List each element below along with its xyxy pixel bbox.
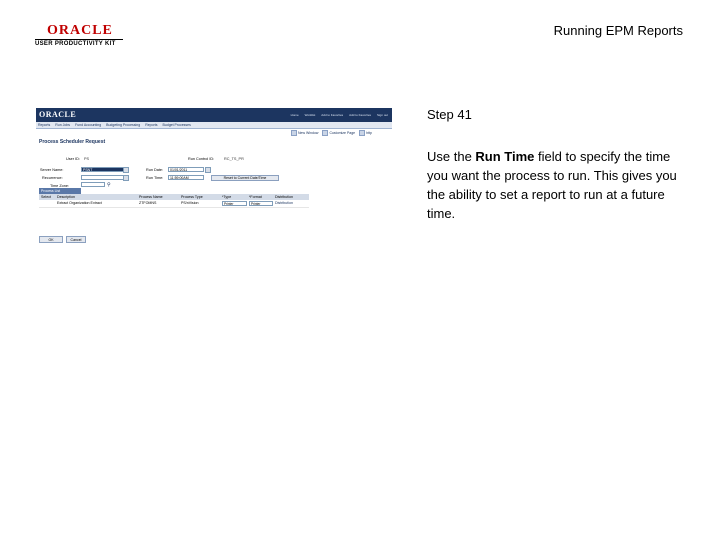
row-process-type: PS/nVision <box>181 201 199 205</box>
link-icon <box>359 130 366 136</box>
recurrence-label: Recurrence: <box>42 176 63 180</box>
menu-item[interactable]: Reports <box>38 123 50 127</box>
step-text-field-name: Run Time <box>475 149 535 164</box>
table-row: Extract Organization Extract ZTFOMNS PS/… <box>39 200 309 208</box>
user-id-label: User ID: <box>66 157 80 161</box>
step-label: Step 41 <box>427 107 472 122</box>
customize-icon <box>322 130 329 136</box>
menu-item[interactable]: Budget Processes <box>162 123 190 127</box>
process-list-grid: Process List Select Description Process … <box>39 188 309 208</box>
recurrence-dropdown-icon[interactable] <box>123 175 129 181</box>
run-control-value: RC_TS_PR <box>224 157 244 161</box>
recurrence-field[interactable] <box>81 175 129 180</box>
row-description: Extract Organization Extract <box>57 201 102 205</box>
application-screenshot: ORACLE Home Worklist Add to Favorites Ad… <box>36 108 392 246</box>
time-zone-field[interactable] <box>81 182 105 187</box>
menu-item[interactable]: Fund Accounting <box>75 123 101 127</box>
app-brand: ORACLE <box>39 110 77 119</box>
http-link[interactable]: http <box>359 130 372 136</box>
top-link-favorites[interactable]: Add to Favorites <box>321 113 343 117</box>
page-title: Process Scheduler Request <box>39 139 106 145</box>
cancel-button[interactable]: Cancel <box>66 236 86 243</box>
row-process-name: ZTFOMNS <box>139 201 157 205</box>
server-name-dropdown-icon[interactable] <box>123 167 129 173</box>
logo-divider <box>35 39 123 40</box>
run-time-label: Run Time: <box>146 176 164 180</box>
row-distribution-link[interactable]: Distribution <box>275 200 293 206</box>
menu-item[interactable]: Budgeting Processing <box>106 123 140 127</box>
logo-brand: ORACLE <box>47 23 113 38</box>
logo-product: USER PRODUCTIVITY KIT <box>35 41 116 47</box>
reset-date-time-button[interactable]: Reset to Current Date/Time <box>211 175 279 181</box>
step-instructions: Use the Run Time field to specify the ti… <box>427 147 692 223</box>
ok-button[interactable]: OK <box>39 236 63 243</box>
server-name-label: Server Name: <box>40 168 64 172</box>
step-text-start: Use the <box>427 149 476 164</box>
user-id-value: PS <box>84 157 90 161</box>
menu-item[interactable]: Run Jobs <box>55 123 70 127</box>
row-type-select[interactable]: Printer <box>222 201 247 206</box>
new-window-icon <box>291 130 297 136</box>
row-format-select[interactable]: Printer <box>249 201 273 206</box>
calendar-icon[interactable] <box>205 167 211 173</box>
app-top-links: Home Worklist Add to Favorites Add to Fa… <box>291 113 388 117</box>
run-date-label: Run Date: <box>146 168 164 172</box>
document-title: Running EPM Reports <box>553 23 683 38</box>
server-name-field[interactable]: PSNT <box>81 167 129 172</box>
page-links: New Window Customize Page http <box>291 130 372 136</box>
top-link-sign-out[interactable]: Sign out <box>377 113 388 117</box>
app-menubar: Reports Run Jobs Fund Accounting Budgeti… <box>36 122 392 129</box>
top-link-home[interactable]: Home <box>291 113 299 117</box>
run-control-label: Run Control ID: <box>188 157 215 161</box>
oracle-upk-logo: ORACLE USER PRODUCTIVITY KIT <box>35 24 123 47</box>
top-link-worklist[interactable]: Worklist <box>305 113 316 117</box>
menu-item[interactable]: Reports <box>145 123 157 127</box>
customize-page-link[interactable]: Customize Page <box>322 130 355 136</box>
app-header: ORACLE Home Worklist Add to Favorites Ad… <box>36 108 392 122</box>
run-time-field[interactable]: 11:59:00AM <box>168 175 204 180</box>
new-window-link[interactable]: New Window <box>291 130 318 136</box>
top-link-favorites-2[interactable]: Add to Favorites <box>349 113 371 117</box>
run-date-field[interactable]: 01/01/2011 <box>168 167 204 172</box>
